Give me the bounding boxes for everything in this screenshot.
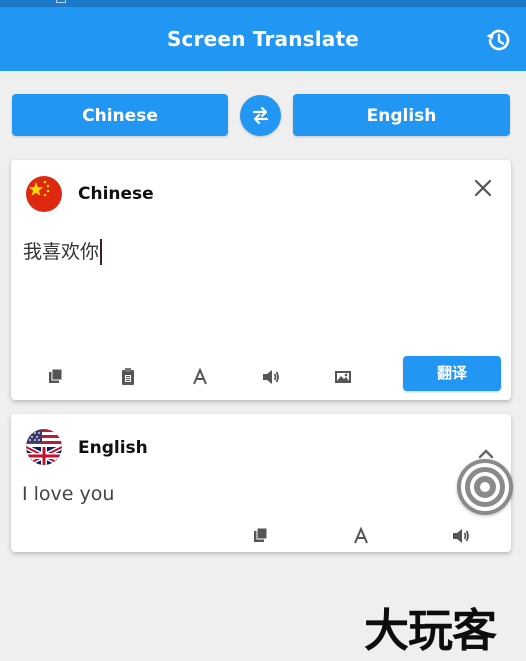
close-icon[interactable] — [473, 178, 493, 198]
copy-icon[interactable] — [250, 525, 272, 547]
source-text: 我喜欢你 — [23, 241, 100, 263]
target-language-label: English — [78, 438, 148, 458]
font-icon[interactable] — [189, 366, 211, 388]
target-language-button[interactable]: English — [293, 94, 510, 136]
translated-text: I love you — [22, 483, 115, 505]
source-text-input[interactable]: 我喜欢你 — [23, 239, 103, 265]
chevron-up-icon[interactable] — [477, 445, 495, 459]
speaker-icon[interactable] — [260, 366, 282, 388]
image-icon[interactable] — [332, 366, 354, 388]
text-cursor — [100, 239, 103, 265]
china-flag-icon — [26, 176, 62, 212]
target-card: English I love you — [11, 414, 511, 552]
app-title: Screen Translate — [166, 27, 360, 51]
swap-arrows-icon — [252, 106, 269, 125]
font-icon[interactable] — [350, 525, 372, 547]
source-card: Chinese 我喜欢你 翻译 — [11, 160, 511, 400]
swap-languages-button[interactable] — [240, 95, 281, 136]
speaker-icon[interactable] — [450, 525, 472, 547]
source-language-button[interactable]: Chinese — [12, 94, 228, 136]
us-uk-flag-icon — [26, 429, 62, 465]
status-bar — [0, 0, 526, 7]
status-indicator — [56, 0, 66, 3]
translate-button[interactable]: 翻译 — [403, 356, 501, 391]
floating-target-button[interactable] — [457, 459, 513, 515]
app-bar: Screen Translate — [0, 7, 526, 71]
target-icon — [461, 463, 509, 511]
paste-icon[interactable] — [117, 366, 139, 388]
history-icon[interactable] — [484, 26, 512, 54]
source-language-label: Chinese — [78, 184, 154, 204]
copy-icon[interactable] — [45, 366, 67, 388]
watermark-logo: 大玩客 — [364, 604, 497, 657]
